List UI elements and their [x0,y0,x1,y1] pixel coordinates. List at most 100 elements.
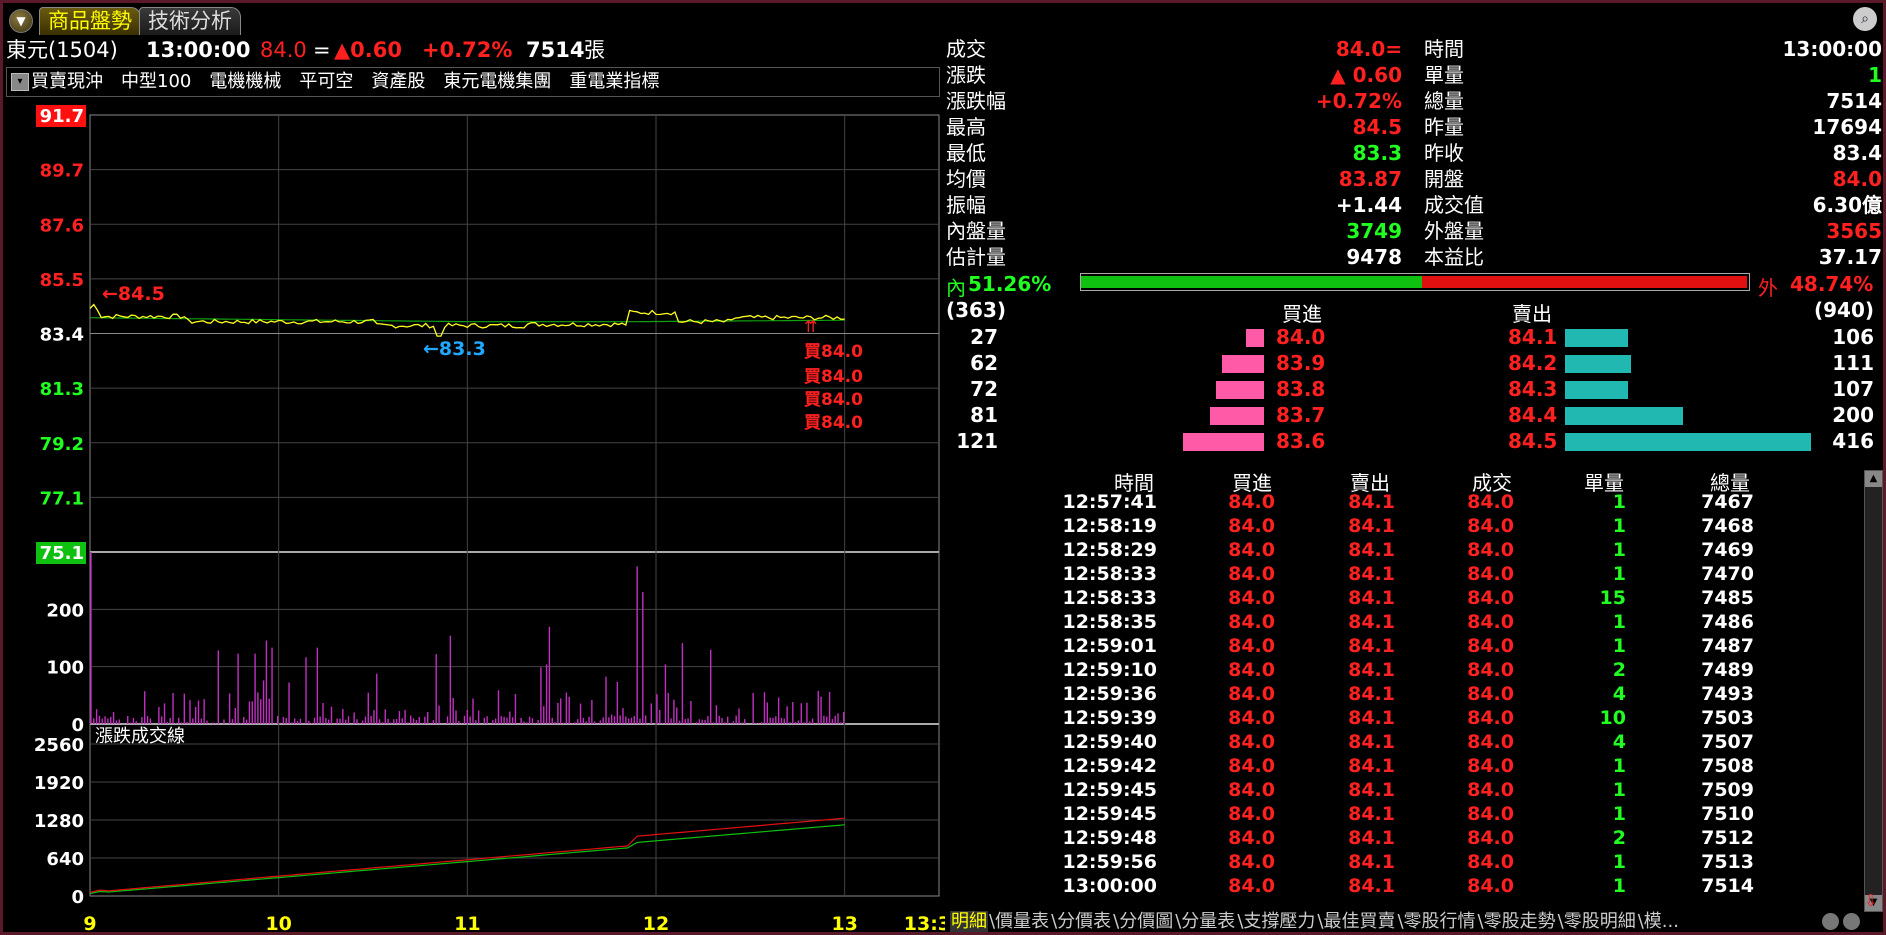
trade-cell: 13:00:00 [1062,875,1157,897]
category-toggle-checkbox[interactable]: ▾ [11,73,29,91]
prev-tab-icon[interactable] [1822,913,1839,930]
quote-label: 振幅 [946,193,986,217]
bid-header: 買進 [1282,302,1322,326]
bottom-tab[interactable]: \最佳買賣 [1316,911,1396,932]
time-tick-label: 10 [265,913,291,935]
tab-market-overview[interactable]: 商品盤勢 [39,7,141,35]
category-item[interactable]: 東元電機集團 [443,71,551,92]
quote-value: 17694 [1812,115,1882,139]
time-tick-label: 13 [831,913,857,935]
quote-value: 1 [1868,63,1882,87]
trade-cell: 12:58:19 [1062,515,1157,537]
cum-tick-label: 0 [71,887,84,908]
bottom-tab[interactable]: \分價圖 [1112,911,1174,932]
export-icon[interactable]: ⇩ [1864,891,1877,910]
category-item[interactable]: 買賣現沖 [31,71,103,92]
buy-marker: 買84.0 [804,413,863,433]
category-item[interactable]: 中型100 [121,71,191,92]
bottom-tab[interactable]: \價量表 [988,911,1050,932]
buy-marker: 買84.0 [804,367,863,387]
scroll-up-icon[interactable]: ▲ [1865,471,1882,487]
quote-label: 漲跌 [946,63,986,87]
quote-label: 內盤量 [946,219,1006,243]
quote-value: 6.30億 [1812,193,1882,217]
trade-cell: 7489 [1701,659,1754,681]
bid-price: 83.8 [1276,377,1326,401]
bottom-tab[interactable]: \零股走勢 [1477,911,1557,932]
quote-value: 84.0= [1335,37,1402,61]
trade-cell: 12:58:29 [1062,539,1157,561]
zoom-icon[interactable]: ⌕ [1853,7,1877,31]
outer-label: 外 [1758,276,1778,300]
trade-cell: 84.0 [1228,659,1275,681]
trade-cell: 84.0 [1228,851,1275,873]
quote-label: 總量 [1424,89,1464,113]
bid-qty: 81 [970,403,998,427]
tab-bar: ▼ 商品盤勢 技術分析 ⌕ [3,3,1883,36]
bid-qty: 62 [970,351,998,375]
category-item[interactable]: 電機機械 [209,71,281,92]
trade-cell: 84.1 [1348,563,1395,585]
quote-label: 時間 [1424,37,1464,61]
trade-cell: 12:57:41 [1062,491,1157,513]
trade-cell: 1 [1612,755,1626,777]
cum-plot-frame [89,723,940,897]
trade-cell: 84.0 [1467,539,1514,561]
price-tick-label: 85.5 [40,270,84,291]
category-item[interactable]: 平可空 [299,71,353,92]
bid-total: (363) [946,298,1007,322]
cum-tick-label: 640 [46,849,84,870]
quote-value: 3565 [1826,219,1882,243]
trade-cell: 4 [1612,683,1626,705]
header-volume: 7514 [526,38,585,62]
bottom-tab[interactable]: \分量表 [1174,911,1236,932]
quote-value: 83.4 [1832,141,1882,165]
next-tab-icon[interactable] [1843,913,1860,930]
ask-bar [1565,329,1628,347]
trade-cell: 84.0 [1467,851,1514,873]
trade-cell: 15 [1599,587,1626,609]
header-volume-unit: 張 [584,38,605,62]
trade-list-scrollbar[interactable]: ▲ ▼ [1864,470,1883,912]
trade-cell: 7507 [1701,731,1754,753]
menu-dropdown-icon[interactable]: ▼ [9,9,33,33]
cum-tick-label: 2560 [34,735,84,756]
trade-cell: 84.0 [1467,803,1514,825]
bid-bar [1183,433,1264,451]
quote-label: 成交 [946,37,986,61]
ask-qty: 416 [1832,429,1874,453]
trade-cell: 1 [1612,491,1626,513]
trade-cell: 12:59:01 [1062,635,1157,657]
trade-cell: 84.0 [1228,539,1275,561]
trade-cell: 12:59:39 [1062,707,1157,729]
outer-ratio-fill [1422,276,1747,288]
tab-technical-analysis[interactable]: 技術分析 [139,7,241,35]
intraday-chart[interactable]: 91.7 89.7 87.6 85.5 83.4 81.3 79.2 77.1 75.1 200… [0,98,945,935]
bottom-tab[interactable]: \零股明細 [1557,911,1637,932]
quote-label: 最高 [946,115,986,139]
time-axis: 9 10 11 12 13 13:30 [83,913,945,935]
trade-cell: 84.0 [1228,635,1275,657]
trade-cell: 84.0 [1228,875,1275,897]
price-tick-label: 77.1 [40,488,84,509]
high-marker: ←84.5 [102,283,165,305]
bottom-tab[interactable]: \分價表 [1050,911,1112,932]
trade-cell: 84.0 [1467,827,1514,849]
bid-bar [1222,355,1264,373]
ask-qty: 111 [1832,351,1874,375]
buy-marker: 買84.0 [804,390,863,410]
category-item[interactable]: 資產股 [371,71,425,92]
trade-cell: 10 [1599,707,1626,729]
trade-cell: 12:59:56 [1062,851,1157,873]
price-tick-label: 83.4 [40,325,84,346]
bottom-tab[interactable]: \支撐壓力 [1236,911,1316,932]
bottom-tab[interactable]: 明細 [950,911,988,932]
bottom-tab[interactable]: \零股行情 [1396,911,1476,932]
bottom-tab[interactable]: \模... [1637,911,1680,932]
category-item[interactable]: 重電業指標 [569,71,659,92]
inner-outer-ratio-bar [1080,273,1750,291]
price-tick-label: 89.7 [40,161,84,182]
ask-bar [1565,381,1628,399]
ask-price: 84.5 [1508,429,1558,453]
bid-qty: 27 [970,325,998,349]
